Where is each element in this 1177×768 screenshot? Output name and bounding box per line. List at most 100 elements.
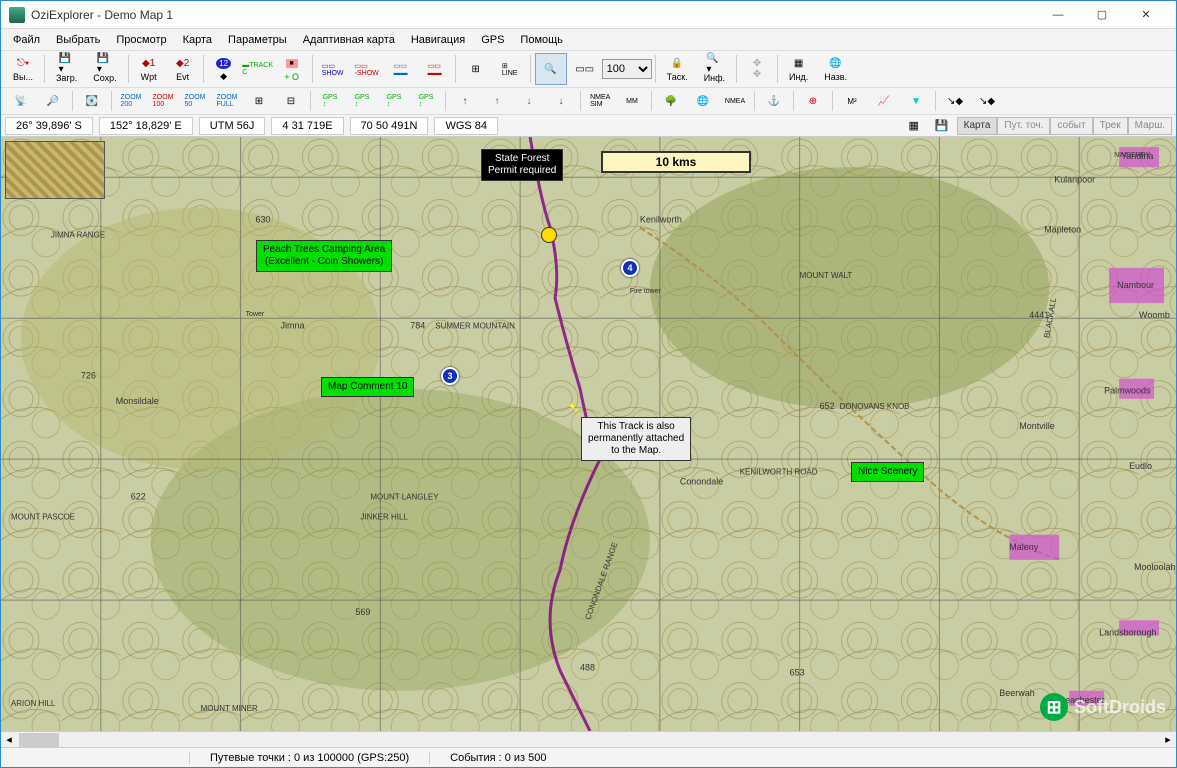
down-blue-button[interactable]: ↓: [514, 90, 544, 112]
grid-button[interactable]: ⊞: [460, 53, 492, 85]
search-button[interactable]: 🔍: [535, 53, 567, 85]
wpt-button[interactable]: ◆1Wpt: [133, 53, 165, 85]
gps3-button[interactable]: GPS↕: [379, 90, 409, 112]
statusbar: Путевые точки : 0 из 100000 (GPS:250) Со…: [1, 747, 1176, 767]
softdroids-icon: ⊞: [1040, 693, 1068, 721]
mm-button[interactable]: MM: [617, 90, 647, 112]
import2-button[interactable]: ↘◆: [972, 90, 1002, 112]
map-viewport[interactable]: Yandina Kulanpoor Nambour Woomb Palmwood…: [1, 137, 1176, 731]
show3-button[interactable]: ▭▭▬▬: [385, 53, 417, 85]
menu-view[interactable]: Просмотр: [108, 31, 174, 49]
tab-track[interactable]: Трек: [1093, 117, 1128, 135]
zoom-out-button[interactable]: ⊟: [276, 90, 306, 112]
close-button[interactable]: ✕: [1124, 1, 1168, 29]
gps2-button[interactable]: GPS↕: [347, 90, 377, 112]
exit-button[interactable]: ⎋▾Вы...: [6, 53, 40, 85]
evt-button[interactable]: ◆2Evt: [167, 53, 199, 85]
menu-file[interactable]: Файл: [5, 31, 48, 49]
down-red-button[interactable]: ↓: [546, 90, 576, 112]
move-button[interactable]: ✥✥: [741, 53, 773, 85]
svg-text:Eudlo: Eudlo: [1129, 461, 1152, 471]
zoom-full-button[interactable]: ZOOM FULL: [212, 90, 242, 112]
titlebar: OziExplorer - Demo Map 1 — ▢ ✕: [1, 1, 1176, 29]
m2-button[interactable]: M²: [837, 90, 867, 112]
signal-button[interactable]: ▼: [901, 90, 931, 112]
show2-button[interactable]: ▭▭◦SHOW: [351, 53, 383, 85]
menu-map[interactable]: Карта: [175, 31, 220, 49]
menu-help[interactable]: Помощь: [512, 31, 571, 49]
line-button[interactable]: ⊞LINE: [494, 53, 526, 85]
maximize-button[interactable]: ▢: [1080, 1, 1124, 29]
menu-gps[interactable]: GPS: [473, 31, 512, 49]
zoom-200-button[interactable]: ZOOM 200: [116, 90, 146, 112]
save-button[interactable]: 💾▾Сохр.: [86, 53, 123, 85]
wp12-button[interactable]: 12◆: [208, 53, 240, 85]
coord-icon2[interactable]: 💾: [928, 117, 956, 135]
find-button[interactable]: 🔎: [38, 90, 68, 112]
comment-peach-trees[interactable]: Peach Trees Camping Area (Excellent - Co…: [256, 240, 392, 272]
horizontal-scrollbar[interactable]: ◂ ▸: [1, 731, 1176, 747]
svg-text:ARION HILL: ARION HILL: [11, 699, 56, 708]
tab-waypoints[interactable]: Пут. точ.: [997, 117, 1050, 135]
zoom-select[interactable]: 100: [602, 59, 652, 79]
load-button[interactable]: 💾▾Загр.: [49, 53, 84, 85]
tab-map[interactable]: Карта: [957, 117, 998, 135]
nmea-sim-button[interactable]: NMEA SIM: [585, 90, 615, 112]
info-button[interactable]: 🔍▾Инф.: [697, 53, 732, 85]
zoom-in-button[interactable]: ⊞: [244, 90, 274, 112]
globe-button[interactable]: 🌐: [688, 90, 718, 112]
anchor-button[interactable]: ⚓: [759, 90, 789, 112]
zoom-50-button[interactable]: ZOOM 50: [180, 90, 210, 112]
up-red-button[interactable]: ↑: [450, 90, 480, 112]
coord-utm: UTM 56J: [199, 117, 266, 135]
menu-adaptive[interactable]: Адаптивная карта: [295, 31, 403, 49]
target-button[interactable]: ⊕: [798, 90, 828, 112]
overview-minimap[interactable]: [5, 141, 105, 199]
toolbar-secondary: 📡 🔎 💽 ZOOM 200 ZOOM 100 ZOOM 50 ZOOM FUL…: [1, 88, 1176, 115]
app-icon: [9, 7, 25, 23]
svg-text:569: 569: [355, 607, 370, 617]
status-waypoints: Путевые точки : 0 из 100000 (GPS:250): [189, 752, 429, 764]
svg-text:4441: 4441: [1029, 310, 1049, 320]
svg-text:Maleny: Maleny: [1009, 542, 1038, 552]
map-comment-10[interactable]: Map Comment 10: [321, 377, 414, 397]
gps4-button[interactable]: GPS↕: [411, 90, 441, 112]
scroll-left-button[interactable]: ◂: [1, 732, 17, 747]
track-c-button[interactable]: ▬TRACKC: [242, 53, 274, 85]
scroll-right-button[interactable]: ▸: [1160, 732, 1176, 747]
names-button[interactable]: 🌐Назв.: [817, 53, 854, 85]
scroll-thumb[interactable]: [19, 733, 59, 747]
index-button[interactable]: ▦Инд.: [782, 53, 815, 85]
import1-button[interactable]: ↘◆: [940, 90, 970, 112]
coord-icon1[interactable]: ▦: [902, 117, 926, 135]
disk-button[interactable]: 💽: [77, 90, 107, 112]
tree-button[interactable]: 🌳: [656, 90, 686, 112]
show4-button[interactable]: ▭▭▬▬: [419, 53, 451, 85]
track-pink-button[interactable]: ■+ O: [276, 53, 308, 85]
sat-button[interactable]: 📡: [6, 90, 36, 112]
menu-select[interactable]: Выбрать: [48, 31, 108, 49]
menu-params[interactable]: Параметры: [220, 31, 295, 49]
tab-route[interactable]: Марш.: [1128, 117, 1172, 135]
minimize-button[interactable]: —: [1036, 1, 1080, 29]
chart-button[interactable]: 📈: [869, 90, 899, 112]
nmea-button[interactable]: NMEA: [720, 90, 750, 112]
svg-text:630: 630: [256, 215, 271, 225]
tab-events[interactable]: событ: [1050, 117, 1092, 135]
task-button[interactable]: 🔒Таск.: [660, 53, 695, 85]
menu-navigation[interactable]: Навигация: [403, 31, 473, 49]
up-blue-button[interactable]: ↑: [482, 90, 512, 112]
svg-text:Woomb: Woomb: [1139, 310, 1170, 320]
gps1-button[interactable]: GPS↕: [315, 90, 345, 112]
svg-text:784: 784: [410, 320, 425, 330]
show1-button[interactable]: ▭▭SHOW: [317, 53, 349, 85]
coord-north: 70 50 491N: [350, 117, 429, 135]
waypoint-4[interactable]: 4: [621, 259, 639, 277]
comment-nice-scenery[interactable]: Nice Scenery: [851, 462, 924, 482]
svg-text:Beerwah: Beerwah: [999, 688, 1034, 698]
waypoint-3[interactable]: 3: [441, 367, 459, 385]
window-title: OziExplorer - Demo Map 1: [31, 8, 1036, 22]
zoom-100-button[interactable]: ZOOM 100: [148, 90, 178, 112]
arrow-icon: ➷: [568, 399, 580, 416]
zoom-panel-button[interactable]: ▭▭: [569, 53, 601, 85]
